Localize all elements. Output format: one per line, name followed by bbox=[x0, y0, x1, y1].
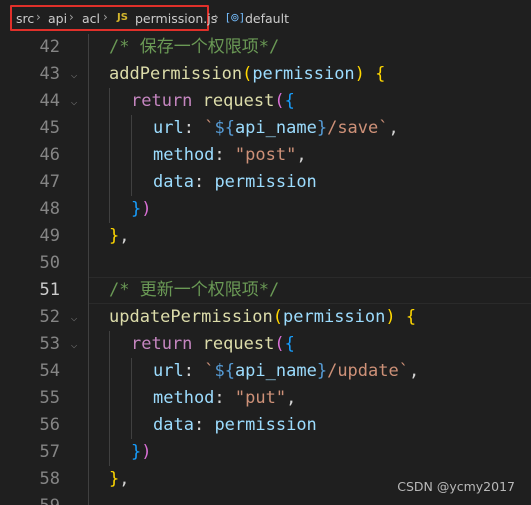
line-number: 42 bbox=[39, 37, 60, 57]
property-token: method bbox=[153, 145, 215, 165]
line-number: 43 bbox=[39, 64, 60, 84]
indent-guide bbox=[88, 34, 89, 505]
line-number: 59 bbox=[0, 493, 60, 505]
code-line: updatePermission(permission) { bbox=[109, 307, 417, 327]
template-close-token: } bbox=[316, 118, 328, 138]
line-number: 56 bbox=[39, 415, 60, 435]
keyword-token: return bbox=[131, 91, 193, 111]
variable-symbol-icon: [⊚] bbox=[226, 11, 244, 24]
template-open-token: ${ bbox=[214, 118, 235, 138]
code-line: /* 保存一个权限项*/ bbox=[109, 34, 279, 61]
variable-token: permission bbox=[214, 415, 317, 435]
parameter-token: permission bbox=[283, 307, 386, 327]
line-number: 48 bbox=[39, 199, 60, 219]
line-number: 44 bbox=[39, 91, 60, 111]
code-line: addPermission(permission) { bbox=[109, 64, 386, 84]
line-number: 47 bbox=[39, 172, 60, 192]
fold-chevron-icon[interactable]: ⌵ bbox=[68, 88, 80, 115]
code-line: }, bbox=[109, 469, 130, 489]
indent-guide bbox=[109, 331, 110, 466]
line-number: 46 bbox=[39, 145, 60, 165]
variable-token: permission bbox=[214, 172, 317, 192]
code-line: }, bbox=[109, 226, 130, 246]
breadcrumb-item-symbol[interactable]: default bbox=[245, 11, 289, 26]
line-number: 45 bbox=[39, 118, 60, 138]
code-editor[interactable]: src › api › acl › JS permission.js › [⊚]… bbox=[0, 0, 531, 505]
fold-chevron-icon[interactable]: ⌵ bbox=[68, 331, 80, 358]
code-line: data: permission bbox=[153, 415, 317, 435]
function-call-token: request bbox=[202, 334, 275, 354]
property-token: url bbox=[153, 361, 184, 381]
line-number: 54 bbox=[39, 361, 60, 381]
template-close-token: } bbox=[316, 361, 328, 381]
javascript-file-icon: JS bbox=[117, 12, 128, 23]
string-token: /update bbox=[327, 361, 399, 381]
fold-chevron-icon[interactable]: ⌵ bbox=[68, 304, 80, 331]
watermark: CSDN @ycmy2017 bbox=[397, 479, 515, 494]
code-line: }) bbox=[131, 199, 152, 219]
breadcrumb-item-file[interactable]: permission.js bbox=[135, 11, 217, 26]
line-number: 57 bbox=[39, 442, 60, 462]
line-number: 52 bbox=[39, 307, 60, 327]
code-line: return request({ bbox=[131, 91, 295, 111]
indent-guide bbox=[131, 115, 132, 196]
string-token: "post" bbox=[234, 145, 297, 165]
parameter-token: permission bbox=[252, 64, 355, 84]
fold-chevron-icon[interactable]: ⌵ bbox=[68, 61, 80, 88]
keyword-token: return bbox=[131, 334, 193, 354]
string-token: /save bbox=[327, 118, 379, 138]
breadcrumb-item-api[interactable]: api bbox=[48, 11, 67, 26]
code-line: /* 更新一个权限项*/ bbox=[109, 277, 279, 304]
function-name-token: updatePermission bbox=[109, 307, 273, 327]
property-token: method bbox=[153, 388, 215, 408]
line-number: 58 bbox=[39, 469, 60, 489]
breadcrumb-item-src[interactable]: src bbox=[16, 11, 34, 26]
code-line: data: permission bbox=[153, 172, 317, 192]
chevron-right-icon: › bbox=[69, 10, 74, 24]
chevron-right-icon: › bbox=[36, 10, 41, 24]
comment-token: /* 更新一个权限项*/ bbox=[109, 280, 280, 300]
line-number: 53 bbox=[39, 334, 60, 354]
code-line: url: `${api_name}/save`, bbox=[153, 118, 399, 138]
function-name-token: addPermission bbox=[109, 64, 243, 84]
line-number-active: 51 bbox=[39, 280, 60, 300]
property-token: data bbox=[153, 172, 194, 192]
line-number: 50 bbox=[39, 253, 60, 273]
code-line: method: "post", bbox=[153, 145, 307, 165]
function-call-token: request bbox=[202, 91, 275, 111]
property-token: data bbox=[153, 415, 194, 435]
variable-token: api_name bbox=[234, 118, 317, 138]
property-token: url bbox=[153, 118, 184, 138]
template-open-token: ${ bbox=[214, 361, 235, 381]
chevron-right-icon: › bbox=[103, 10, 108, 24]
chevron-right-icon: › bbox=[214, 10, 219, 24]
indent-guide bbox=[131, 358, 132, 439]
code-line: }) bbox=[131, 442, 152, 462]
variable-token: api_name bbox=[234, 361, 317, 381]
code-line: return request({ bbox=[131, 334, 295, 354]
indent-guide bbox=[109, 88, 110, 223]
code-line: method: "put", bbox=[153, 388, 297, 408]
code-line: url: `${api_name}/update`, bbox=[153, 361, 420, 381]
string-token: "put" bbox=[234, 388, 287, 408]
comment-token: /* 保存一个权限项*/ bbox=[109, 37, 280, 57]
breadcrumb-item-acl[interactable]: acl bbox=[82, 11, 100, 26]
line-number: 55 bbox=[39, 388, 60, 408]
breadcrumb: src › api › acl › JS permission.js › [⊚]… bbox=[0, 0, 531, 34]
line-number: 49 bbox=[39, 226, 60, 246]
